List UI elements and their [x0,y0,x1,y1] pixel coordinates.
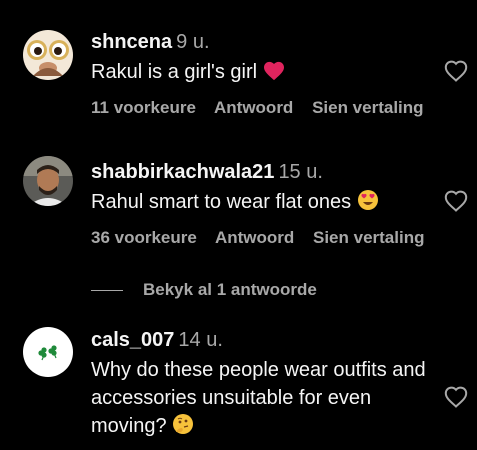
comment-item: cals_007 14 u. Why do these people wear o… [0,300,477,450]
comment-text: Rakul is a girl's girl [91,58,437,89]
comment-body: cals_007 14 u. Why do these people wear o… [91,328,437,443]
like-heart-icon[interactable] [444,60,468,82]
see-translation-button[interactable]: Sien vertaling [313,228,424,247]
comment-text-content: Rahul smart to wear flat ones [91,191,352,213]
comment-actions: 11 voorkeure Antwoord Sien vertaling [91,98,438,118]
comment-actions: 36 voorkeure Antwoord Sien vertaling [91,228,438,248]
comment-meta: cals_007 14 u. [91,328,437,352]
avatar[interactable] [23,30,73,80]
comment-time: 15 u. [278,161,323,183]
username[interactable]: shncena [91,31,172,53]
username[interactable]: shabbirkachwala21 [91,161,274,183]
comment-text-content: Why do these people wear outfits and acc… [91,359,426,437]
reply-button[interactable]: Antwoord [215,228,294,247]
comment-item: shncena 9 u. Rakul is a girl's girl 11 vo… [0,0,477,130]
username[interactable]: cals_007 [91,329,174,351]
view-replies-label: Bekyk al 1 antwoorde [143,280,317,299]
like-heart-icon[interactable] [444,190,468,212]
avatar[interactable] [23,156,73,206]
replies-divider-line [91,289,123,291]
comment-time: 9 u. [176,31,210,53]
view-replies-button[interactable]: Bekyk al 1 antwoorde [91,280,317,300]
heart-eyes-emoji [357,189,379,219]
comment-text: Rahul smart to wear flat ones [91,188,437,219]
comment-item: shabbirkachwala21 15 u. Rahul smart to we… [0,130,477,260]
avatar[interactable] [23,327,73,377]
like-heart-icon[interactable] [444,386,468,408]
comment-meta: shncena 9 u. [91,30,437,54]
comment-text: Why do these people wear outfits and acc… [91,356,437,443]
comment-body: shncena 9 u. Rakul is a girl's girl [91,30,437,89]
red-heart-emoji [263,61,285,89]
likes-count[interactable]: 11 voorkeure [91,98,196,117]
comment-body: shabbirkachwala21 15 u. Rahul smart to we… [91,160,437,219]
comment-time: 14 u. [178,329,223,351]
reply-button[interactable]: Antwoord [214,98,293,117]
likes-count[interactable]: 36 voorkeure [91,228,197,247]
thinking-face-emoji [172,413,194,443]
comment-meta: shabbirkachwala21 15 u. [91,160,437,184]
comment-text-content: Rakul is a girl's girl [91,61,258,83]
see-translation-button[interactable]: Sien vertaling [312,98,423,117]
